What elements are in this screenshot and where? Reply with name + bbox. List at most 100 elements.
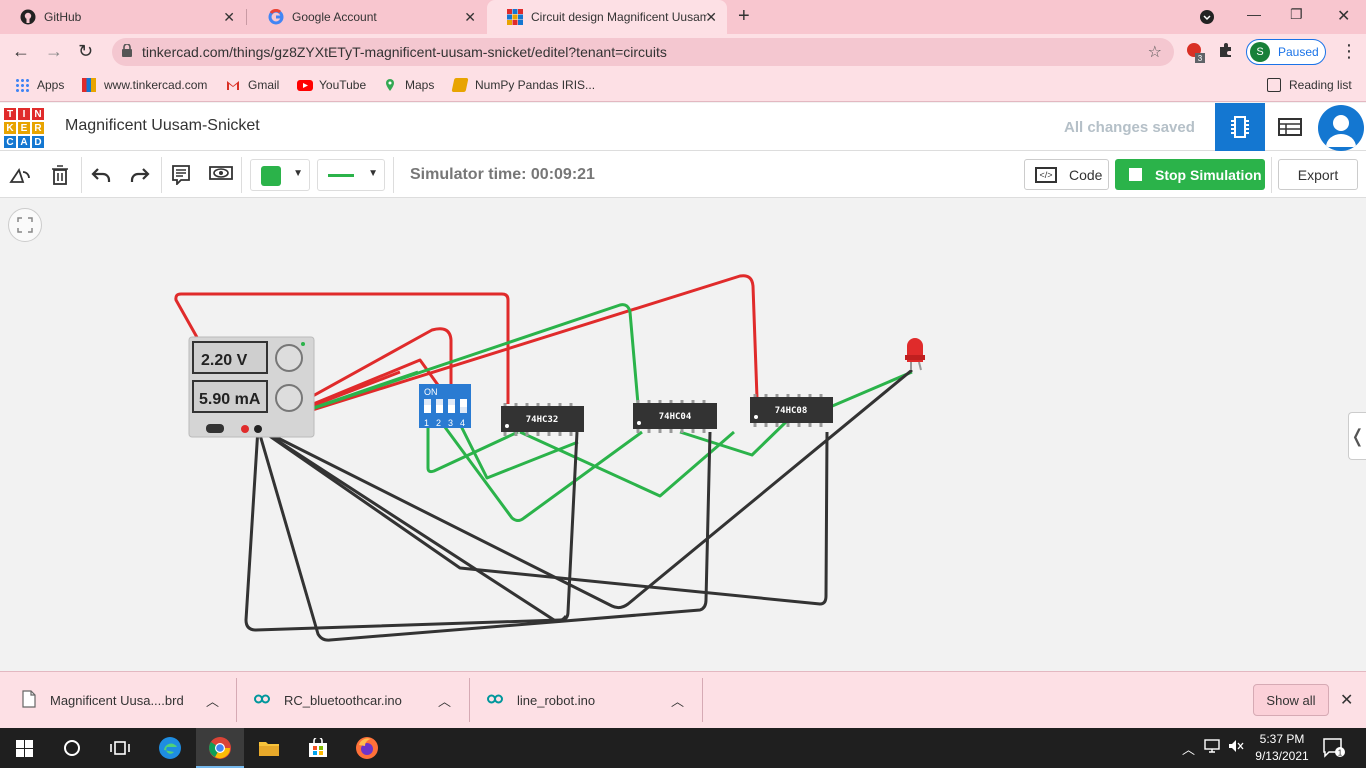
chevron-up-icon[interactable]: ︿ [206,691,219,710]
dip-position-label: 1 [424,418,429,428]
undo-button[interactable] [88,162,114,188]
logo-letter: C [3,135,17,149]
search-icon[interactable] [60,736,84,760]
wire [257,426,829,606]
menu-dots-icon[interactable]: ⋮ [1340,41,1358,62]
editor-toolbar: ▼ ▼ Simulator time: 00:09:21 </> Code St… [0,151,1366,198]
bookmark-youtube[interactable]: YouTube [297,78,366,92]
close-icon[interactable]: ✕ [705,9,717,26]
bookmark-star-icon[interactable]: ☆ [1148,42,1162,62]
back-icon[interactable]: ← [12,41,30,62]
extension-badge-icon[interactable]: 3 [1186,42,1208,69]
close-icon[interactable]: ✕ [464,9,476,26]
chevron-up-icon[interactable]: ︿ [671,691,684,710]
network-icon[interactable] [1204,739,1220,756]
circuit-drawing: 2.20 V 5.90 mA ON 1 2 3 4 74HC32 74HC04 … [174,274,925,642]
power-supply[interactable]: 2.20 V 5.90 mA [188,336,315,438]
reload-icon[interactable]: ↻ [78,41,93,62]
taskbar-clock[interactable]: 5:37 PM 9/13/2021 [1252,731,1312,765]
redo-button[interactable] [127,162,153,188]
volume-muted-icon[interactable] [1228,739,1244,756]
rotate-button[interactable] [7,162,33,188]
new-tab-icon[interactable]: + [738,5,750,28]
bookmark-apps[interactable]: Apps [15,78,64,92]
circuit-canvas[interactable]: 2.20 V 5.90 mA ON 1 2 3 4 74HC32 74HC04 … [0,199,1366,671]
chevron-up-icon[interactable]: ︿ [438,691,451,710]
tab-search-icon[interactable] [1199,9,1215,28]
file-explorer-icon[interactable] [257,736,281,760]
store-icon[interactable] [306,736,330,760]
chrome-icon[interactable] [208,736,232,760]
tray-overflow-icon[interactable]: ︿ [1182,739,1195,758]
tab-circuit-design[interactable]: Circuit design Magnificent Uusam ✕ [487,0,727,34]
toolbar-divider [241,157,242,193]
delete-button[interactable] [47,162,73,188]
close-icon[interactable]: ✕ [1340,690,1353,710]
windows-start-icon[interactable] [12,736,36,760]
firefox-icon[interactable] [355,736,379,760]
close-window-icon[interactable]: ✕ [1337,6,1350,26]
minimize-icon[interactable]: — [1247,6,1261,22]
notes-visibility-button[interactable] [208,162,234,188]
reading-list-button[interactable]: Reading list [1267,78,1352,92]
bookmark-numpy[interactable]: NumPy Pandas IRIS... [451,78,595,92]
downloads-divider [236,678,237,722]
circuit-view-button[interactable] [1215,103,1265,151]
bookmark-tinkercad[interactable]: www.tinkercad.com [82,78,207,92]
dip-on-label: ON [424,387,438,397]
current-readout: 5.90 mA [199,391,261,408]
bookmark-maps[interactable]: Maps [383,78,434,92]
chip-74hc04[interactable]: 74HC04 [633,400,717,433]
logo-letter: K [3,121,17,135]
address-bar[interactable]: tinkercad.com/things/gz8ZYXtETyT-magnifi… [112,38,1174,66]
code-button[interactable]: </> Code [1024,159,1109,190]
logo-letter: A [17,135,31,149]
user-avatar[interactable] [1318,105,1364,151]
show-all-button[interactable]: Show all [1253,684,1329,716]
led-red[interactable] [905,338,925,371]
tab-divider [246,9,247,25]
code-icon: </> [1035,166,1057,183]
bookmark-label: Maps [405,78,435,92]
bookmark-label: Apps [37,78,65,92]
task-view-icon[interactable] [108,736,132,760]
profile-button[interactable]: S Paused [1246,39,1326,65]
download-item-brd[interactable]: Magnificent Uusa....brd ︿ [22,672,232,729]
forward-icon[interactable]: → [45,41,63,62]
stop-label: Stop Simulation [1155,166,1262,183]
wire-type-picker[interactable]: ▼ [317,159,385,191]
stop-simulation-button[interactable]: Stop Simulation [1115,159,1265,190]
download-item-rc-bluetoothcar[interactable]: RC_bluetoothcar.ino ︿ [254,672,464,729]
tinkercad-logo[interactable]: T I N K E R C A D [3,107,45,149]
download-item-line-robot[interactable]: line_robot.ino ︿ [487,672,697,729]
reading-list-label: Reading list [1289,78,1352,92]
restore-icon[interactable]: ❐ [1290,6,1303,23]
wire-color-picker[interactable]: ▼ [250,159,310,191]
export-button[interactable]: Export [1278,159,1358,190]
profile-status: Paused [1278,45,1319,59]
extensions-puzzle-icon[interactable] [1218,42,1234,63]
edge-icon[interactable] [158,736,182,760]
design-title[interactable]: Magnificent Uusam-Snicket [65,117,260,135]
tab-google-account[interactable]: Google Account ✕ [248,0,486,34]
chip-74hc08[interactable]: 74HC08 [750,394,833,427]
tab-github[interactable]: GitHub ✕ [0,0,245,34]
close-icon[interactable]: ✕ [223,9,235,26]
notes-button[interactable] [168,162,194,188]
chip-icon [1231,116,1249,138]
toolbar-divider [161,157,162,193]
bookmark-gmail[interactable]: Gmail [226,78,279,92]
parts-panel-toggle[interactable]: ❬ [1348,412,1366,460]
chip-74hc32[interactable]: 74HC32 [501,403,584,436]
tinkercad-icon [82,78,96,92]
bookmark-label: www.tinkercad.com [104,78,208,92]
component-list-button[interactable] [1265,103,1315,151]
dip-switch[interactable]: ON 1 2 3 4 [419,384,471,428]
tab-title: Circuit design Magnificent Uusam [531,10,707,24]
redo-icon [130,168,150,182]
notification-center-icon[interactable]: 1 [1322,736,1346,760]
maps-icon [383,78,397,92]
chip-label: 74HC08 [775,406,808,416]
chip-label: 74HC32 [526,415,559,425]
notes-icon [172,165,190,185]
